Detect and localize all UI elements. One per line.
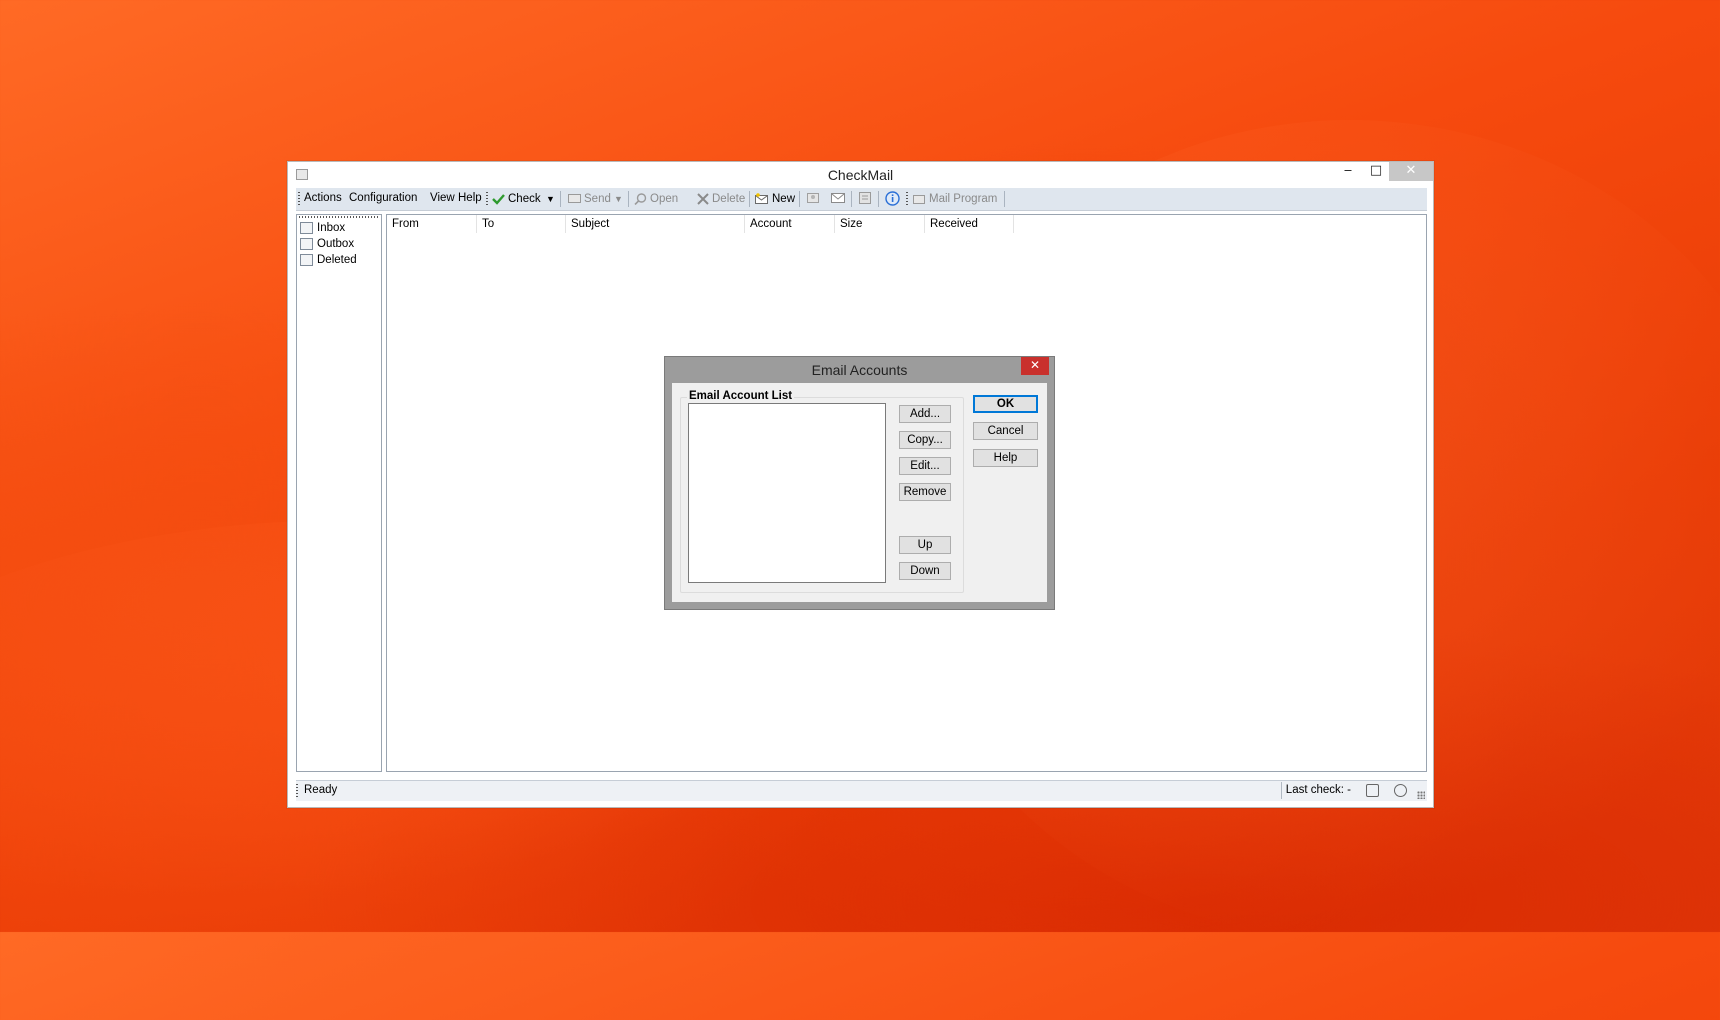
outbox-icon: [300, 238, 313, 250]
deleted-icon: [300, 254, 313, 266]
log-button[interactable]: [858, 191, 872, 207]
status-grip: [296, 784, 298, 798]
group-label: Email Account List: [687, 390, 795, 402]
folder-deleted[interactable]: Deleted: [300, 254, 357, 269]
menu-actions[interactable]: Actions: [304, 192, 342, 204]
toolbar-grip[interactable]: [486, 192, 488, 206]
new-button[interactable]: New: [755, 191, 795, 207]
status-text: Ready: [304, 784, 338, 796]
column-received[interactable]: Received: [925, 215, 1014, 233]
send-button[interactable]: Send: [568, 191, 611, 207]
delete-label: Delete: [712, 193, 746, 205]
last-check-text: Last check: -: [1280, 782, 1355, 799]
new-mail-icon: [755, 193, 768, 204]
remove-button[interactable]: Remove: [899, 483, 951, 501]
mail-program-button[interactable]: Mail Program: [913, 191, 997, 207]
inbox-icon: [300, 222, 313, 234]
pane-grip: [299, 216, 379, 218]
info-button[interactable]: [885, 191, 900, 207]
menu-toolbar: Actions Configuration View Help Check ▼ …: [296, 188, 1427, 211]
cancel-button[interactable]: Cancel: [973, 422, 1038, 440]
address-book-button[interactable]: [806, 191, 820, 207]
toolbar-separator: [851, 191, 852, 207]
close-button[interactable]: ✕: [1389, 162, 1433, 181]
info-icon: [885, 191, 900, 206]
edit-button[interactable]: Edit...: [899, 457, 951, 475]
check-dropdown[interactable]: ▼: [546, 191, 555, 207]
toolbar-grip[interactable]: [906, 192, 908, 206]
dialog-title: Email Accounts: [811, 362, 908, 378]
toolbar-separator: [878, 191, 879, 207]
account-listbox[interactable]: [688, 403, 886, 583]
maximize-button[interactable]: □: [1361, 162, 1391, 181]
toolbar-separator: [799, 191, 800, 207]
open-label: Open: [650, 193, 679, 205]
menu-view[interactable]: View: [430, 192, 455, 204]
dialog-close-button[interactable]: ✕: [1021, 357, 1049, 375]
title-bar[interactable]: CheckMail ‒ □ ✕: [288, 162, 1433, 188]
send-icon: [568, 194, 581, 204]
toolbar-separator: [628, 191, 629, 207]
delete-button[interactable]: Delete: [697, 191, 745, 207]
send-dropdown[interactable]: ▼: [614, 191, 623, 207]
open-button[interactable]: Open: [634, 191, 678, 207]
resize-grip[interactable]: [1417, 791, 1425, 799]
folder-inbox[interactable]: Inbox: [300, 222, 345, 237]
envelope-icon: [831, 193, 845, 203]
log-icon: [859, 192, 871, 204]
toolbar-grip[interactable]: [298, 192, 300, 206]
ok-button[interactable]: OK: [973, 395, 1038, 413]
up-button[interactable]: Up: [899, 536, 951, 554]
help-button[interactable]: Help: [973, 449, 1038, 467]
mail-program-icon: [913, 194, 925, 204]
menu-configuration[interactable]: Configuration: [349, 192, 417, 204]
sound-icon[interactable]: [1394, 784, 1407, 797]
copy-button[interactable]: Copy...: [899, 431, 951, 449]
folder-label: Deleted: [317, 254, 357, 267]
column-size[interactable]: Size: [835, 215, 925, 233]
toolbar-separator: [749, 191, 750, 207]
check-label: Check: [508, 193, 541, 205]
check-button[interactable]: Check: [492, 191, 541, 207]
column-to[interactable]: To: [477, 215, 566, 233]
menu-help[interactable]: Help: [458, 192, 482, 204]
toolbar-separator: [560, 191, 561, 207]
check-now-icon[interactable]: [1366, 784, 1379, 797]
delete-icon: [697, 193, 709, 205]
toolbar-separator: [1004, 191, 1005, 207]
envelope-button[interactable]: [831, 191, 845, 207]
new-label: New: [772, 193, 796, 205]
minimize-button[interactable]: ‒: [1333, 162, 1363, 181]
column-from[interactable]: From: [387, 215, 477, 233]
folder-outbox[interactable]: Outbox: [300, 238, 354, 253]
folder-label: Inbox: [317, 222, 346, 235]
down-button[interactable]: Down: [899, 562, 951, 580]
column-subject[interactable]: Subject: [566, 215, 745, 233]
add-button[interactable]: Add...: [899, 405, 951, 423]
status-bar: Ready Last check: -: [296, 780, 1427, 801]
magnifier-icon: [634, 193, 647, 205]
window-title: CheckMail: [827, 167, 894, 183]
address-book-icon: [807, 193, 819, 203]
send-label: Send: [584, 193, 611, 205]
column-account[interactable]: Account: [745, 215, 835, 233]
folder-tree[interactable]: Inbox Outbox Deleted: [296, 214, 382, 772]
folder-label: Outbox: [317, 238, 355, 251]
email-accounts-dialog: Email Accounts ✕ Email Account List Add.…: [664, 356, 1055, 610]
dialog-body: Email Account List Add... Copy... Edit..…: [672, 383, 1047, 602]
mail-program-label: Mail Program: [929, 193, 998, 205]
check-icon: [492, 194, 505, 205]
